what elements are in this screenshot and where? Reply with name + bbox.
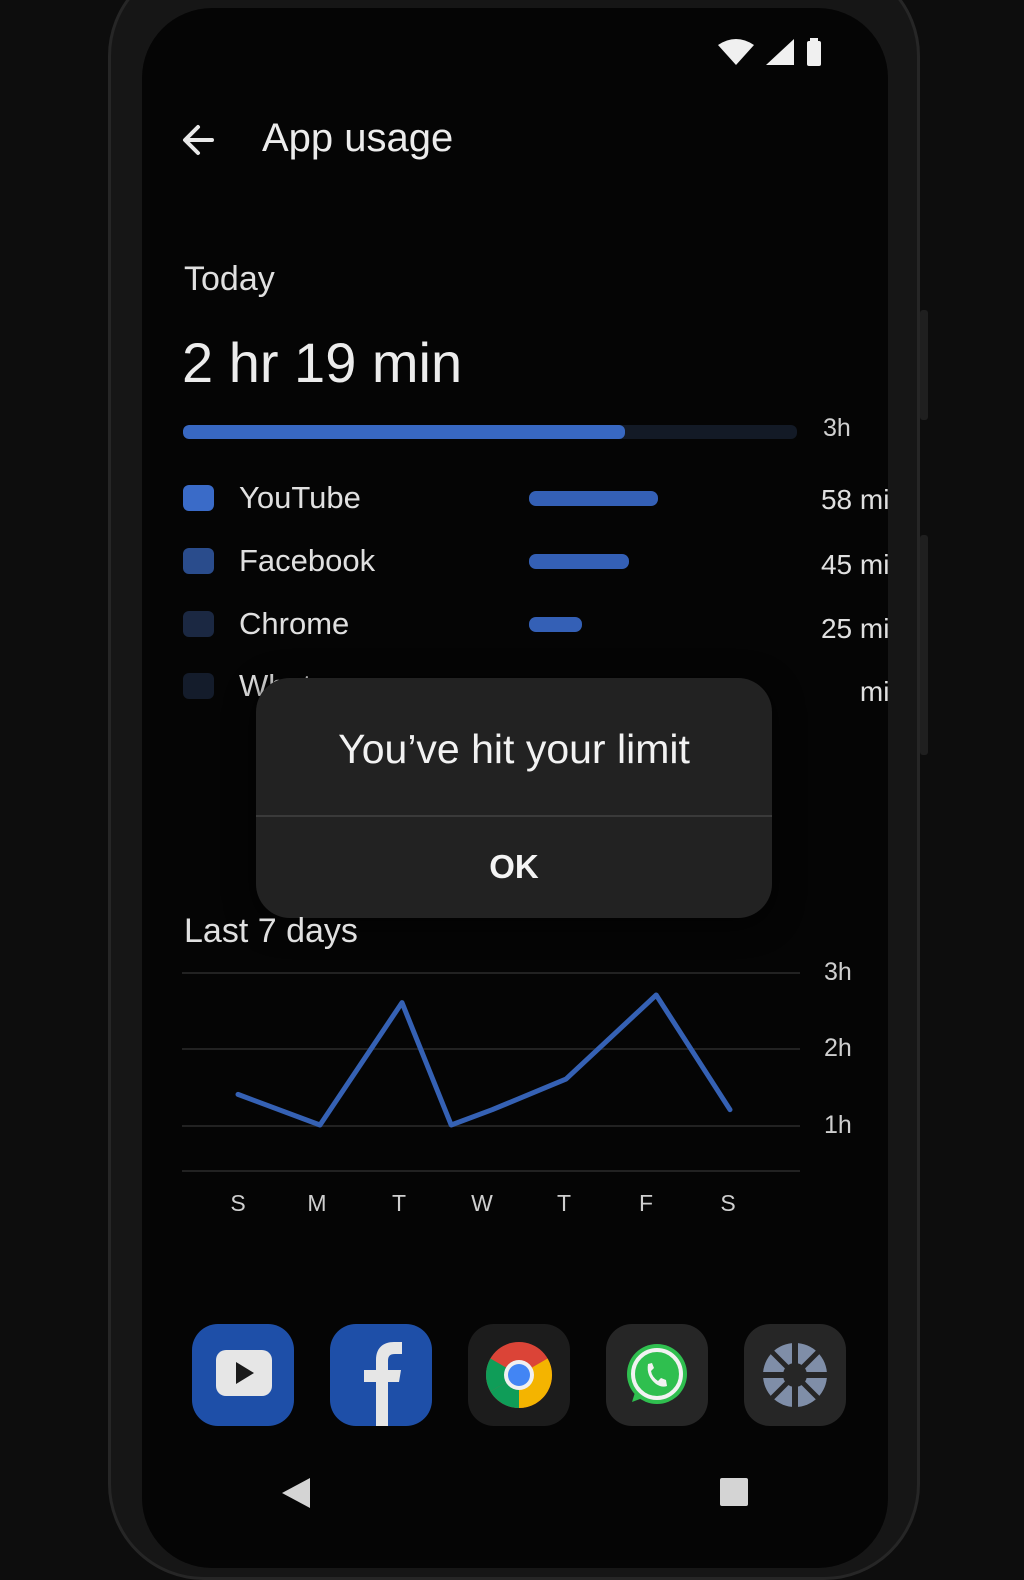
settings-app-icon	[763, 1343, 827, 1407]
x-tick-label: W	[471, 1190, 493, 1216]
settings-app-button[interactable]	[744, 1324, 846, 1426]
x-tick-label: S	[230, 1190, 246, 1216]
chrome-icon	[485, 1342, 553, 1408]
facebook-icon	[364, 1342, 402, 1426]
x-tick-label: S	[720, 1190, 736, 1216]
x-tick-label: T	[556, 1190, 572, 1216]
usage-line	[235, 992, 733, 1128]
nav-recents-icon[interactable]	[720, 1478, 748, 1506]
chrome-app-button[interactable]	[468, 1324, 570, 1426]
volume-button	[920, 310, 928, 420]
facebook-app-button[interactable]	[330, 1324, 432, 1426]
whatsapp-icon	[627, 1344, 687, 1404]
x-tick-label: M	[307, 1190, 327, 1216]
x-tick-label: T	[391, 1190, 407, 1216]
screen: App usage Today 2 hr 19 min 3h YouTube 5…	[142, 8, 888, 1568]
nav-back-icon[interactable]	[280, 1476, 312, 1510]
power-button	[920, 535, 928, 755]
youtube-app-button[interactable]	[192, 1324, 294, 1426]
whatsapp-app-button[interactable]	[606, 1324, 708, 1426]
x-tick-label: F	[638, 1190, 654, 1216]
youtube-icon	[216, 1350, 272, 1396]
